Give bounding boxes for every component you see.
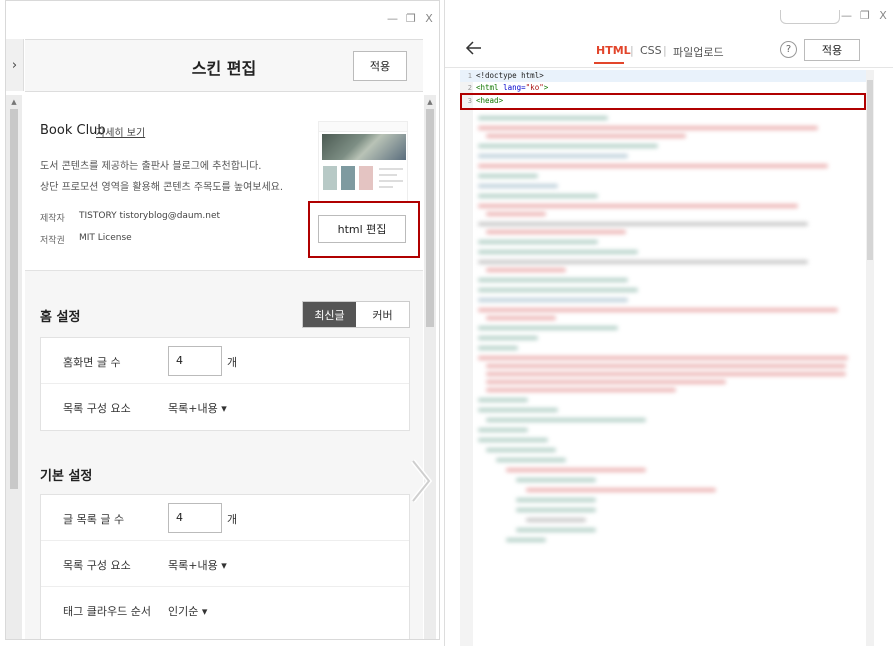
back-arrow-icon[interactable] <box>465 39 483 57</box>
license-label: 저작권 <box>40 236 65 246</box>
setting-row: 목록 구성 요소 목록+내용 ▾ <box>41 384 409 430</box>
tag-cloud-order-dropdown[interactable]: 인기순 ▾ <box>168 603 207 619</box>
setting-row: 목록 구성 요소 목록+내용 ▾ <box>41 541 409 587</box>
chevron-right-icon: › <box>11 57 18 73</box>
tab-css[interactable]: CSS <box>640 44 662 57</box>
panel-toggle-button[interactable]: › <box>6 39 24 91</box>
scrollbar-thumb[interactable] <box>867 80 873 260</box>
basic-settings-panel: 글 목록 글 수 4 개 목록 구성 요소 목록+내용 ▾ 태그 클라우드 순서… <box>40 494 410 639</box>
skin-edit-header: 스킨 편집 적용 <box>25 39 423 92</box>
skin-editor-window: — ❐ X › 스킨 편집 적용 ▲ Book Club 자세히 보기 도서 콘… <box>5 0 440 640</box>
chevron-right-icon[interactable] <box>409 459 433 503</box>
minimize-icon[interactable]: — <box>387 12 398 25</box>
author-label: 제작자 <box>40 214 65 224</box>
scrollbar-thumb[interactable] <box>426 109 434 327</box>
setting-label: 목록 구성 요소 <box>63 402 131 415</box>
code-scrollbar[interactable] <box>866 70 874 646</box>
line-number: 1 <box>467 72 472 80</box>
segment-recent-posts[interactable]: 최신글 <box>303 302 356 327</box>
restore-icon[interactable]: ❐ <box>406 12 416 25</box>
segment-cover[interactable]: 커버 <box>356 302 409 327</box>
highlight-box <box>460 93 866 110</box>
code-token: <html <box>476 83 499 92</box>
skin-description-line2: 상단 프로모션 영역을 활용해 콘텐츠 주목도를 높여보세요. <box>40 182 284 193</box>
list-composition-dropdown[interactable]: 목록+내용 ▾ <box>168 557 227 573</box>
skin-info-card: Book Club 자세히 보기 도서 콘텐츠를 제공하는 출판사 블로그에 추… <box>25 93 423 271</box>
active-tab-indicator <box>594 62 624 64</box>
list-composition-dropdown[interactable]: 목록+내용 ▾ <box>168 400 227 416</box>
detail-link[interactable]: 자세히 보기 <box>96 124 145 139</box>
code-line[interactable]: <html lang="ko"> <box>476 83 548 92</box>
home-settings-title: 홈 설정 <box>40 310 81 325</box>
tab-separator: | <box>663 44 667 57</box>
code-token: lang= <box>498 83 526 92</box>
line-number: 2 <box>467 84 472 92</box>
setting-label: 태그 클라우드 순서 <box>63 605 151 618</box>
setting-label: 목록 구성 요소 <box>63 559 131 572</box>
blurred-code <box>476 112 866 646</box>
tab-file-upload[interactable]: 파일업로드 <box>673 44 724 60</box>
window-tab <box>780 10 840 24</box>
setting-label: 글 목록 글 수 <box>63 513 125 526</box>
line-number-gutter <box>460 70 473 646</box>
left-scrollbar[interactable]: ▲ <box>6 95 22 639</box>
unit-label: 개 <box>227 356 238 369</box>
apply-button[interactable]: 적용 <box>804 39 860 61</box>
setting-label: 홈화면 글 수 <box>63 356 121 369</box>
help-icon[interactable]: ? <box>780 41 797 58</box>
close-icon[interactable]: X <box>879 9 887 22</box>
content-scrollbar[interactable]: ▲ <box>424 95 436 639</box>
scroll-up-icon[interactable]: ▲ <box>6 95 22 109</box>
scroll-up-icon[interactable]: ▲ <box>424 95 436 109</box>
editor-toolbar: HTML | CSS | 파일업로드 ? 적용 <box>445 32 893 68</box>
minimize-icon[interactable]: — <box>841 9 852 22</box>
close-icon[interactable]: X <box>425 12 433 25</box>
home-post-count-input[interactable]: 4 <box>168 346 222 376</box>
skin-description-line1: 도서 콘텐츠를 제공하는 출판사 블로그에 추천합니다. <box>40 161 262 172</box>
window-controls: — ❐ X <box>387 12 433 25</box>
license-value: MIT License <box>79 233 132 243</box>
scrollbar-thumb[interactable] <box>10 109 18 489</box>
restore-icon[interactable]: ❐ <box>860 9 870 22</box>
code-token: "ko" <box>525 83 544 92</box>
highlight-box <box>308 201 420 258</box>
setting-row: 홈화면 글 수 4 개 <box>41 338 409 384</box>
basic-settings-title: 기본 설정 <box>40 469 93 484</box>
tab-html[interactable]: HTML <box>596 44 631 57</box>
skin-settings-content: Book Club 자세히 보기 도서 콘텐츠를 제공하는 출판사 블로그에 추… <box>25 93 423 639</box>
code-editor[interactable]: 1 <!doctype html> 2 <html lang="ko"> 3 <… <box>460 70 866 646</box>
home-mode-segmented-control: 최신글 커버 <box>302 301 410 328</box>
author-value: TISTORY tistoryblog@daum.net <box>79 211 221 221</box>
html-editor-window: — ❐ X HTML | CSS | 파일업로드 ? 적용 1 <!doctyp… <box>444 0 893 646</box>
tab-separator: | <box>630 44 634 57</box>
unit-label: 개 <box>227 513 238 526</box>
skin-thumbnail <box>318 121 408 203</box>
setting-row: 글 목록 글 수 4 개 <box>41 495 409 541</box>
window-controls: — ❐ X <box>841 9 887 22</box>
list-post-count-input[interactable]: 4 <box>168 503 222 533</box>
setting-row: 태그 클라우드 순서 인기순 ▾ <box>41 587 409 633</box>
code-token: > <box>543 83 549 92</box>
code-line[interactable]: <!doctype html> <box>476 71 544 80</box>
home-settings-panel: 홈화면 글 수 4 개 목록 구성 요소 목록+내용 ▾ <box>40 337 410 431</box>
apply-button[interactable]: 적용 <box>353 51 407 81</box>
